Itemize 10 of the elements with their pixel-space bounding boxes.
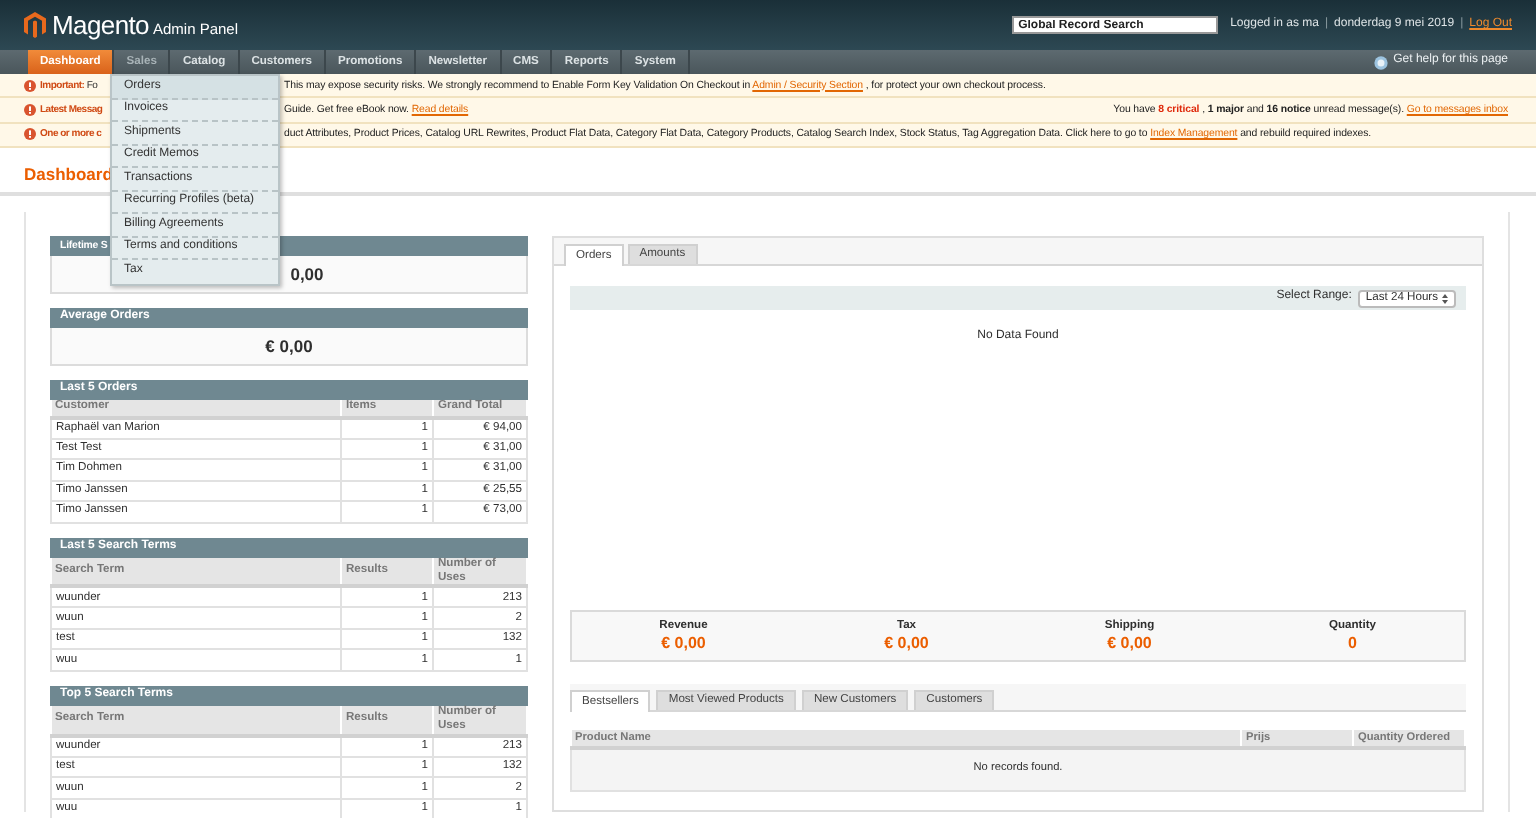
alert-icon bbox=[24, 79, 36, 92]
total-value: € 0,00 bbox=[661, 633, 706, 653]
help-icon bbox=[1373, 55, 1388, 69]
total-value: € 0,00 bbox=[1107, 633, 1152, 653]
alert-icon bbox=[24, 128, 36, 141]
alert-icon bbox=[24, 103, 36, 116]
select-arrows-icon bbox=[1442, 293, 1448, 304]
total-value: € 0,00 bbox=[884, 633, 929, 653]
total-value: 0 bbox=[1348, 633, 1357, 653]
stat-value: € 0,00 bbox=[50, 328, 528, 367]
